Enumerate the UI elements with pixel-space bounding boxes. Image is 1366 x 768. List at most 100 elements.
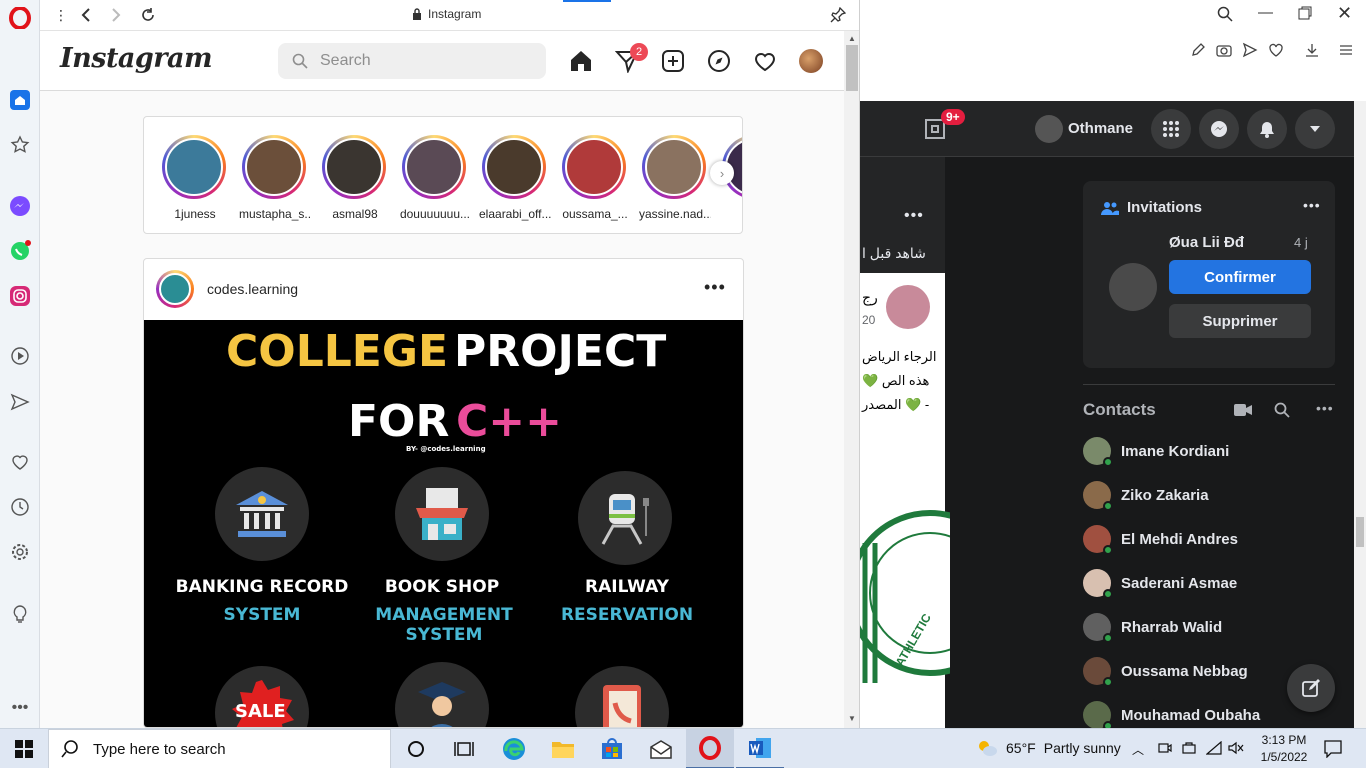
send-icon[interactable] <box>1242 42 1258 62</box>
story-item[interactable]: asmal98 <box>322 135 388 221</box>
post-avatar[interactable] <box>156 270 194 308</box>
lightbulb-icon[interactable] <box>8 602 32 626</box>
requester-avatar[interactable] <box>1109 263 1157 311</box>
contact-item[interactable]: Ziko Zakaria <box>1083 479 1209 511</box>
action-center-icon[interactable] <box>1324 740 1342 763</box>
messenger-icon[interactable] <box>1199 109 1239 149</box>
new-message-button[interactable] <box>1287 664 1335 712</box>
home-icon[interactable] <box>568 48 594 74</box>
story-item[interactable]: 1juness <box>162 135 228 221</box>
instagram-logo[interactable]: Instagram <box>60 43 213 74</box>
pin-icon[interactable] <box>830 6 846 24</box>
forward-icon[interactable] <box>110 6 122 24</box>
heart-icon[interactable] <box>8 450 32 474</box>
post-author-avatar[interactable] <box>886 285 930 329</box>
contact-item[interactable]: Rharrab Walid <box>1083 611 1222 643</box>
post-text-line: الرجاء الرياض <box>862 349 937 364</box>
post-more-icon[interactable]: ••• <box>904 207 924 225</box>
story-avatar[interactable] <box>562 135 626 199</box>
mail-icon[interactable] <box>637 729 685 768</box>
explore-icon[interactable] <box>706 48 732 74</box>
story-item[interactable]: douuuuuuu... <box>400 135 470 221</box>
activity-heart-icon[interactable] <box>752 48 778 74</box>
whatsapp-icon[interactable] <box>8 239 32 263</box>
post-image[interactable]: COLLEGE PROJECT FOR C++ BY- @codes.learn… <box>144 320 743 727</box>
story-avatar[interactable] <box>402 135 466 199</box>
messenger-icon[interactable] <box>8 194 32 218</box>
search-contacts-icon[interactable] <box>1274 402 1290 423</box>
story-avatar[interactable] <box>242 135 306 199</box>
cortana-icon[interactable] <box>392 729 440 768</box>
contact-item[interactable]: Oussama Nebbag <box>1083 655 1248 687</box>
invitations-more-icon[interactable]: ••• <box>1303 197 1321 213</box>
network-icon[interactable] <box>1182 741 1196 760</box>
flow-icon[interactable] <box>8 390 32 414</box>
contact-item[interactable]: Saderani Asmae <box>1083 567 1237 599</box>
history-icon[interactable] <box>8 495 32 519</box>
menu-grid-icon[interactable] <box>1151 109 1191 149</box>
favorite-icon[interactable] <box>1268 42 1284 62</box>
player-icon[interactable] <box>8 344 32 368</box>
task-view-icon[interactable] <box>440 729 488 768</box>
story-item[interactable]: mustapha_s... <box>239 135 311 221</box>
contact-item[interactable]: El Mehdi Andres <box>1083 523 1238 555</box>
bookmarks-icon[interactable] <box>8 133 32 157</box>
notifications-bell-icon[interactable] <box>1247 109 1287 149</box>
story-avatar[interactable] <box>642 135 706 199</box>
story-item[interactable]: oussama_... <box>562 135 628 221</box>
system-clock[interactable]: 3:13 PM 1/5/2022 <box>1256 732 1312 766</box>
page-scrollbar[interactable] <box>1354 101 1366 728</box>
story-avatar[interactable] <box>482 135 546 199</box>
volume-muted-icon[interactable] <box>1228 741 1244 760</box>
back-icon[interactable] <box>80 6 92 24</box>
opera-taskbar-icon[interactable] <box>686 729 734 768</box>
reload-icon[interactable] <box>140 6 156 24</box>
minimize-icon[interactable]: — <box>1258 4 1273 21</box>
profile-avatar[interactable] <box>798 48 824 74</box>
bank-icon <box>215 467 309 561</box>
close-window-icon[interactable]: ✕ <box>1337 3 1352 24</box>
search-input[interactable]: Search <box>278 43 546 79</box>
download-icon[interactable] <box>1304 42 1320 62</box>
more-icon[interactable]: ••• <box>8 696 32 720</box>
story-item[interactable]: yassine.nad... <box>639 135 711 221</box>
weather-widget[interactable]: 65°F Partly sunny <box>976 739 1121 757</box>
profile-avatar[interactable] <box>1035 115 1063 143</box>
contact-item[interactable]: Mouhamad Oubaha <box>1083 699 1260 731</box>
easy-setup-icon[interactable] <box>1338 42 1354 62</box>
speed-dial-icon[interactable] <box>8 88 32 112</box>
post-options-icon[interactable]: ••• <box>704 277 726 298</box>
popup-scrollbar[interactable]: ▲ ▼ <box>844 31 859 728</box>
video-call-icon[interactable] <box>1234 403 1252 422</box>
store-icon[interactable] <box>588 729 636 768</box>
word-icon[interactable] <box>736 729 784 768</box>
restore-icon[interactable] <box>1298 6 1312 24</box>
meet-now-icon[interactable] <box>1158 741 1172 760</box>
contact-item[interactable]: Imane Kordiani <box>1083 435 1229 467</box>
new-post-icon[interactable] <box>660 48 686 74</box>
opera-logo-icon[interactable] <box>8 6 32 30</box>
show-hidden-icons-icon[interactable]: ︿ <box>1132 741 1144 758</box>
profile-name[interactable]: Othmane <box>1068 120 1133 137</box>
settings-icon[interactable] <box>8 540 32 564</box>
taskbar-search-input[interactable]: Type here to search <box>48 729 391 768</box>
contacts-more-icon[interactable]: ••• <box>1316 400 1334 416</box>
edit-icon[interactable] <box>1190 42 1206 62</box>
file-explorer-icon[interactable] <box>539 729 587 768</box>
requester-name[interactable]: Øua Lii Đđ <box>1169 234 1244 251</box>
popup-menu-icon[interactable]: ⋮ <box>54 6 68 24</box>
stories-next-button[interactable]: › <box>710 161 734 185</box>
story-avatar[interactable] <box>162 135 226 199</box>
instagram-icon[interactable] <box>8 284 32 308</box>
post-username[interactable]: codes.learning <box>207 281 298 297</box>
story-item[interactable]: elaarabi_off... <box>479 135 551 221</box>
wifi-icon[interactable] <box>1205 740 1222 760</box>
snapshot-icon[interactable] <box>1216 42 1232 62</box>
account-menu-icon[interactable] <box>1295 109 1335 149</box>
edge-icon[interactable] <box>490 729 538 768</box>
story-avatar[interactable] <box>322 135 386 199</box>
confirm-button[interactable]: Confirmer <box>1169 260 1311 294</box>
start-button[interactable] <box>0 729 48 768</box>
delete-button[interactable]: Supprimer <box>1169 304 1311 338</box>
search-tabs-icon[interactable] <box>1217 6 1233 26</box>
